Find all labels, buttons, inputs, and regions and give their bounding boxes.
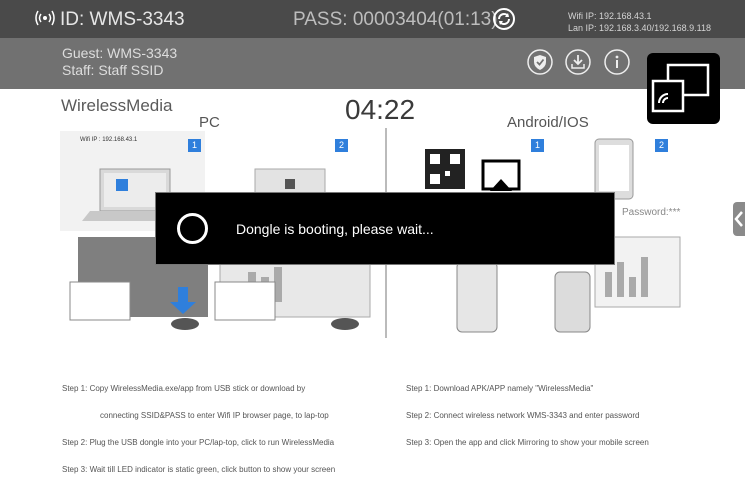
brand-label: WirelessMedia xyxy=(61,96,173,115)
chevron-left-icon xyxy=(734,211,743,227)
network-info: Guest: WMS-3343 Staff: Staff SSID xyxy=(62,45,177,79)
step-badge: 2 xyxy=(655,139,668,152)
ip-info: Wifi IP: 192.168.43.1 Lan IP: 192.168.3.… xyxy=(568,10,711,34)
wifi-ip: Wifi IP: 192.168.43.1 xyxy=(568,11,652,21)
mobile-step-2: Step 2: Connect wireless network WMS-334… xyxy=(406,411,640,420)
wifi-ip-caption: Wifi IP : 192.168.43.1 xyxy=(80,137,138,143)
staff-ssid: Staff: Staff SSID xyxy=(62,62,164,78)
pc-step-1-cont: connecting SSID&PASS to enter Wifi IP br… xyxy=(100,411,329,420)
clock: 04:22 xyxy=(345,94,416,125)
network-bar: Guest: WMS-3343 Staff: Staff SSID xyxy=(0,38,745,89)
side-drawer-handle[interactable] xyxy=(733,202,745,236)
mobile-step-3: Step 3: Open the app and click Mirroring… xyxy=(406,438,649,447)
mobile-instructions: Step 1: Download APK/APP namely "Wireles… xyxy=(406,366,649,456)
guest-ssid: Guest: WMS-3343 xyxy=(62,45,178,61)
booting-dialog: Dongle is booting, please wait... xyxy=(155,192,615,265)
mobile-step-1: Step 1: Download APK/APP namely "Wireles… xyxy=(406,384,594,393)
pc-section-label: PC xyxy=(199,114,220,131)
booting-message: Dongle is booting, please wait... xyxy=(236,221,434,237)
download-icon[interactable] xyxy=(565,49,591,75)
lan-ip: Lan IP: 192.168.3.40/192.168.9.118 xyxy=(568,23,711,33)
pc-step-2: Step 2: Plug the USB dongle into your PC… xyxy=(62,438,335,447)
mobile-section-label: Android/IOS xyxy=(507,114,589,131)
screen-mirror-button[interactable] xyxy=(647,53,720,124)
top-bar: ID: WMS-3343 PASS: 00003404(01:13) Wifi … xyxy=(0,0,745,38)
info-icon[interactable] xyxy=(604,49,630,75)
shield-icon[interactable] xyxy=(527,49,553,75)
pc-instructions: Step 1: Copy WirelessMedia.exe/app from … xyxy=(62,366,335,483)
device-id: ID: WMS-3343 xyxy=(60,9,185,30)
step-badge: 1 xyxy=(531,139,544,152)
pc-step-1: Step 1: Copy WirelessMedia.exe/app from … xyxy=(62,384,306,393)
cast-icon xyxy=(651,63,710,113)
loading-spinner-icon xyxy=(177,213,208,244)
pc-step-3: Step 3: Wait till LED indicator is stati… xyxy=(62,465,336,474)
step-badge: 2 xyxy=(335,139,348,152)
step-badge: 1 xyxy=(188,139,201,152)
refresh-icon[interactable] xyxy=(493,8,515,30)
password-hint: Password:*** xyxy=(622,207,681,218)
passcode: PASS: 00003404(01:13) xyxy=(293,9,498,30)
wifi-signal-icon xyxy=(35,10,55,26)
